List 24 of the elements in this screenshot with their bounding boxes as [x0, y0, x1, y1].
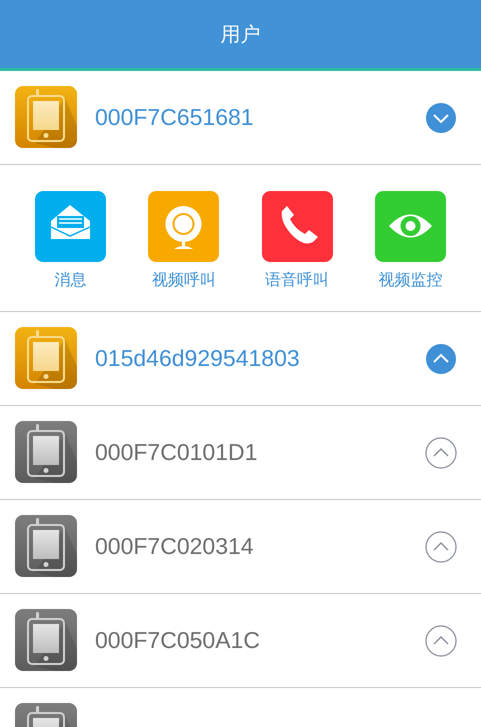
device-id: 015d46d929541803 — [95, 345, 301, 372]
device-id: 000F7C0101D1 — [95, 439, 258, 466]
action-button[interactable]: 语音呼叫 — [240, 191, 354, 291]
device-id: 000F7C651681 — [95, 104, 255, 131]
action-button[interactable]: 消息 — [14, 191, 128, 291]
device-id: 000F7C020314 — [95, 533, 255, 560]
chevron-button[interactable] — [425, 102, 457, 134]
chevron-button[interactable] — [425, 624, 457, 656]
device-row[interactable]: 000F7C0101D1 — [0, 406, 481, 500]
device-id: 000F7C050A1C — [95, 627, 261, 654]
device-row[interactable]: 000F7C050A1C — [0, 594, 481, 688]
device-row[interactable]: 000F7C020314 — [0, 500, 481, 594]
chevron-button[interactable] — [425, 530, 457, 562]
chevron-button[interactable] — [425, 342, 457, 374]
device-row[interactable]: 000F7C651681 — [0, 71, 481, 165]
phone-handset-icon — [281, 206, 318, 244]
webcam-icon — [166, 206, 202, 249]
action-button[interactable]: 视频监控 — [354, 191, 467, 291]
action-button[interactable]: 视频呼叫 — [127, 191, 240, 291]
page-title: 用户 — [220, 20, 260, 48]
eye-icon — [388, 214, 432, 238]
chevron-button[interactable] — [425, 436, 457, 468]
device-row[interactable]: 015d46d929541803 — [0, 312, 481, 406]
envelope-icon — [50, 205, 90, 239]
